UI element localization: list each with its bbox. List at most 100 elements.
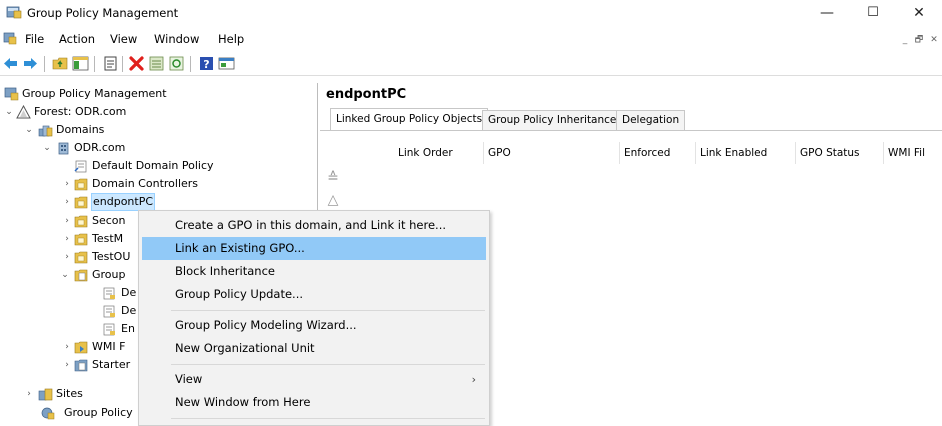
- tree-label: TestOU: [92, 250, 131, 263]
- domains-icon: [38, 125, 53, 137]
- menu-item-new-window[interactable]: New Window from Here: [142, 391, 486, 414]
- tree-node-testou[interactable]: › TestOU: [0, 248, 140, 266]
- column-header-label: GPO Status: [800, 147, 860, 159]
- column-header-label: Enforced: [624, 147, 671, 159]
- menu-item-block-inheritance[interactable]: Block Inheritance: [142, 260, 486, 283]
- menu-file[interactable]: File: [25, 32, 44, 46]
- menu-view[interactable]: View: [110, 32, 137, 46]
- context-menu: Create a GPO in this domain, and Link it…: [138, 210, 490, 426]
- menu-item-create-gpo[interactable]: Create a GPO in this domain, and Link it…: [142, 214, 486, 237]
- tree-node-wmi-filters[interactable]: › WMI F: [0, 338, 140, 356]
- menu-window[interactable]: Window: [154, 32, 199, 46]
- tab-delegation[interactable]: Delegation: [616, 110, 686, 131]
- title-bar: Group Policy Management — ☐ ✕: [0, 0, 942, 26]
- collapse-chevron-icon[interactable]: ⌄: [4, 103, 14, 121]
- tree-node-domain-controllers[interactable]: › Domain Controllers: [0, 175, 315, 193]
- menu-separator: [171, 418, 485, 419]
- tree-label: En: [121, 322, 135, 335]
- tree-label: TestM: [92, 232, 124, 245]
- console-icon[interactable]: [218, 55, 235, 72]
- tree-node-domain-odr[interactable]: ⌄ ODR.com: [0, 139, 315, 157]
- collapse-chevron-icon[interactable]: ⌄: [42, 139, 52, 157]
- column-link-order[interactable]: Link Order: [364, 142, 484, 164]
- tree-label: endpontPC: [91, 193, 156, 211]
- tree-node-sites[interactable]: › Sites: [0, 385, 140, 403]
- menu-bar: File Action View Window Help _ 🗗 ✕: [0, 28, 942, 50]
- move-link-up-top-icon[interactable]: ≙: [326, 171, 340, 185]
- expand-chevron-icon[interactable]: ›: [62, 338, 72, 356]
- properties-icon[interactable]: [102, 55, 119, 72]
- expand-chevron-icon[interactable]: ›: [62, 193, 72, 211]
- gpo-icon: [103, 305, 115, 318]
- tree-node-gpo-de-2[interactable]: De: [0, 302, 140, 320]
- back-arrow-icon[interactable]: [2, 55, 19, 72]
- expand-chevron-icon[interactable]: ›: [62, 356, 72, 374]
- column-link-enabled[interactable]: Link Enabled: [696, 142, 796, 164]
- move-link-up-icon[interactable]: △: [326, 193, 340, 207]
- menu-item-view[interactable]: View ›: [142, 368, 486, 391]
- tree-node-gpo-en[interactable]: En: [0, 320, 140, 338]
- submenu-arrow-icon: ›: [471, 373, 476, 386]
- minimize-button[interactable]: —: [804, 0, 850, 26]
- refresh-icon[interactable]: [168, 55, 185, 72]
- tree-node-forest[interactable]: ⌄ Forest: ODR.com: [0, 103, 315, 121]
- menu-help[interactable]: Help: [218, 32, 244, 46]
- gpo-icon: [103, 287, 115, 300]
- column-header-label: Link Order: [398, 147, 453, 159]
- collapse-chevron-icon[interactable]: ⌄: [60, 266, 70, 284]
- tree-label: Forest: ODR.com: [34, 105, 127, 118]
- up-folder-icon[interactable]: [52, 55, 69, 72]
- mmc-document-icon[interactable]: [3, 32, 17, 45]
- maximize-button[interactable]: ☐: [850, 0, 896, 26]
- tree-label: Group: [92, 268, 126, 281]
- show-hide-tree-icon[interactable]: [72, 55, 89, 72]
- menu-item-gp-modeling-wizard[interactable]: Group Policy Modeling Wizard...: [142, 314, 486, 337]
- tree-node-testm[interactable]: › TestM: [0, 230, 140, 248]
- close-button[interactable]: ✕: [896, 0, 942, 26]
- toolbar-separator: [122, 56, 123, 72]
- collapse-chevron-icon[interactable]: ⌄: [24, 121, 34, 139]
- mdi-restore-button[interactable]: 🗗: [913, 34, 925, 46]
- tab-linked-gpos[interactable]: Linked Group Policy Objects: [330, 108, 489, 131]
- ou-folder-icon: [74, 233, 88, 246]
- menu-item-link-existing-gpo[interactable]: Link an Existing GPO...: [142, 237, 486, 260]
- expand-chevron-icon[interactable]: ›: [62, 248, 72, 266]
- menu-item-view-label: View: [175, 372, 203, 386]
- tree-node-default-domain-policy[interactable]: Default Domain Policy: [0, 157, 315, 175]
- export-list-icon[interactable]: [148, 55, 165, 72]
- mdi-close-button[interactable]: ✕: [928, 34, 940, 46]
- column-wmi-filter[interactable]: WMI Fil: [884, 142, 942, 164]
- menu-item-new-ou[interactable]: New Organizational Unit: [142, 337, 486, 360]
- delete-icon[interactable]: [128, 55, 145, 72]
- sites-icon: [38, 388, 53, 401]
- mdi-minimize-button[interactable]: _: [899, 34, 911, 46]
- column-enforced[interactable]: Enforced: [620, 142, 696, 164]
- column-gpo[interactable]: GPO: [484, 142, 620, 164]
- tree-label: Domains: [56, 123, 105, 136]
- tree-label: Domain Controllers: [92, 177, 199, 190]
- expand-chevron-icon[interactable]: ›: [62, 175, 72, 193]
- tree-node-domains[interactable]: ⌄ Domains: [0, 121, 315, 139]
- gpo-link-icon: [74, 160, 87, 173]
- tree-label: Default Domain Policy: [92, 159, 214, 172]
- forward-arrow-icon[interactable]: [22, 55, 39, 72]
- menu-item-gp-update[interactable]: Group Policy Update...: [142, 283, 486, 306]
- expand-chevron-icon[interactable]: ›: [24, 385, 34, 403]
- tab-gp-inheritance[interactable]: Group Policy Inheritance: [482, 110, 623, 131]
- tree-node-gpo-container[interactable]: ⌄ Group: [0, 266, 140, 284]
- gpmc-window: Group Policy Management — ☐ ✕ File Actio…: [0, 0, 942, 426]
- expand-chevron-icon[interactable]: ›: [62, 230, 72, 248]
- tree-node-endpointpc[interactable]: › endpontPC: [0, 193, 315, 211]
- tree-node-gpo-de-1[interactable]: De: [0, 284, 140, 302]
- column-gpo-status[interactable]: GPO Status: [796, 142, 884, 164]
- wmi-folder-icon: [74, 341, 88, 354]
- tree-node-gp-modeling[interactable]: Group Policy: [0, 404, 140, 422]
- tree-node-secon[interactable]: › Secon: [0, 212, 140, 230]
- toolbar-separator: [190, 56, 191, 72]
- help-icon[interactable]: ?: [198, 55, 215, 72]
- menu-separator: [171, 310, 485, 311]
- menu-action[interactable]: Action: [59, 32, 95, 46]
- expand-chevron-icon[interactable]: ›: [62, 212, 72, 230]
- tree-node-starter-gpos[interactable]: › Starter: [0, 356, 140, 374]
- tree-node-gpm-root[interactable]: Group Policy Management: [0, 85, 315, 103]
